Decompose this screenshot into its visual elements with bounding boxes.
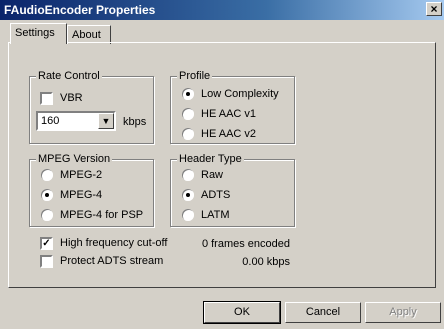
kbps-status: 0.00 kbps [242,256,290,268]
mpeg-option-label: MPEG-2 [60,169,103,181]
title-bar[interactable]: FAudioEncoder Properties × [0,0,444,20]
high-frequency-cutoff-checkbox[interactable]: ✓ High frequency cut-off [40,236,167,250]
chevron-down-icon[interactable]: ▼ [98,113,114,129]
protect-adts-label: Protect ADTS stream [60,255,164,267]
header-option-adts[interactable]: ADTS [182,188,230,202]
vbr-label: VBR [60,92,83,104]
mpeg-option-mpeg4[interactable]: MPEG-4 [41,188,102,202]
mpeg-option-mpeg4-psp[interactable]: MPEG-4 for PSP [41,208,143,222]
frames-encoded-status: 0 frames encoded [201,238,290,250]
radio-adts[interactable] [182,189,194,201]
rate-control-group: Rate Control [29,70,154,144]
cancel-button[interactable]: Cancel [285,302,361,323]
profile-option-label: Low Complexity [201,88,279,100]
radio-mpeg4[interactable] [41,189,53,201]
profile-option-he-aac-v1[interactable]: HE AAC v1 [182,107,256,121]
profile-option-label: HE AAC v2 [201,128,257,140]
radio-mpeg4-psp[interactable] [41,209,53,221]
protect-adts-checkbox[interactable]: Protect ADTS stream [40,254,163,268]
header-option-label: ADTS [201,189,231,201]
protect-adts-check-box[interactable] [40,254,53,268]
radio-he-aac-v2[interactable] [182,128,194,140]
header-option-latm[interactable]: LATM [182,208,230,222]
radio-mpeg2[interactable] [41,169,53,181]
profile-option-label: HE AAC v1 [201,108,257,120]
profile-option-low-complexity[interactable]: Low Complexity [182,87,279,101]
header-type-label: Header Type [177,153,244,165]
profile-label: Profile [177,70,213,82]
vbr-checkbox[interactable]: VBR [40,91,83,105]
rate-control-label: Rate Control [36,70,102,82]
apply-button[interactable]: Apply [365,302,441,323]
ok-button[interactable]: OK [203,301,281,324]
properties-dialog: FAudioEncoder Properties × Settings Abou… [0,0,444,329]
header-option-label: Raw [201,169,224,181]
close-icon[interactable]: × [426,2,442,16]
mpeg-version-label: MPEG Version [36,153,113,165]
header-option-raw[interactable]: Raw [182,168,223,182]
tab-settings[interactable]: Settings [10,23,67,44]
mpeg-option-label: MPEG-4 [60,189,103,201]
radio-he-aac-v1[interactable] [182,108,194,120]
mpeg-option-label: MPEG-4 for PSP [60,209,144,221]
radio-raw[interactable] [182,169,194,181]
window-title: FAudioEncoder Properties [4,3,156,17]
bitrate-value: 160 [41,115,60,127]
high-frequency-check-box[interactable]: ✓ [40,236,53,250]
vbr-check-box[interactable] [40,91,53,105]
bitrate-unit: kbps [123,116,147,128]
radio-low-complexity[interactable] [182,88,194,100]
mpeg-option-mpeg2[interactable]: MPEG-2 [41,168,102,182]
profile-option-he-aac-v2[interactable]: HE AAC v2 [182,127,256,141]
header-option-label: LATM [201,209,230,221]
bitrate-select[interactable]: 160 ▼ [36,111,116,131]
radio-latm[interactable] [182,209,194,221]
